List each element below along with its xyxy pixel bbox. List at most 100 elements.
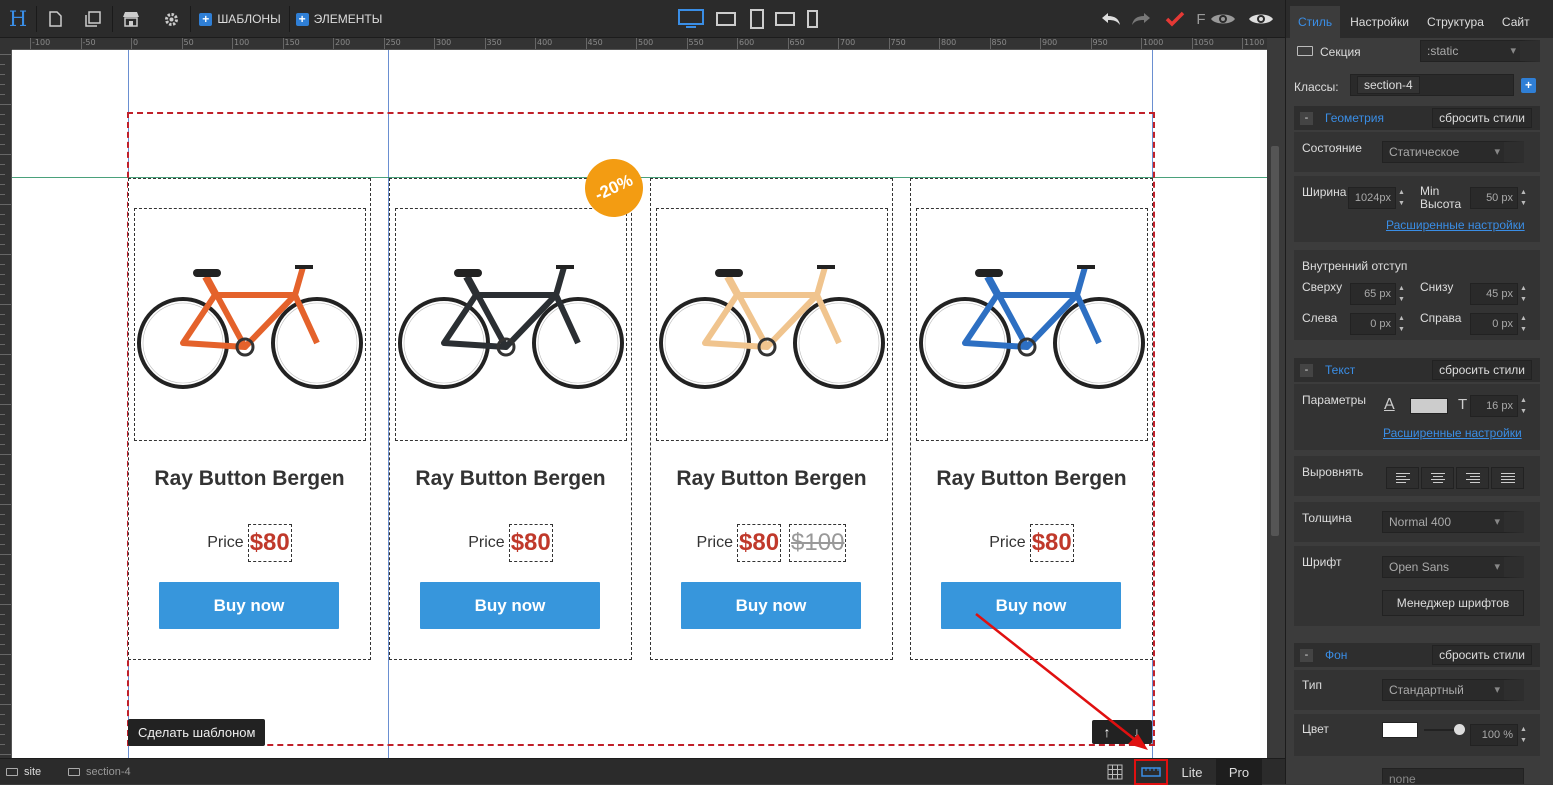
- price-label[interactable]: Price: [989, 534, 1025, 552]
- move-down-icon[interactable]: ↓: [1134, 724, 1141, 740]
- buy-now-button[interactable]: Buy now: [681, 582, 861, 629]
- price-value[interactable]: $80: [247, 524, 292, 562]
- breadcrumb-site[interactable]: site: [6, 759, 41, 785]
- background-reset-button[interactable]: сбросить стили: [1432, 645, 1532, 665]
- collapse-icon[interactable]: -: [1300, 363, 1313, 377]
- product-image[interactable]: [395, 208, 627, 441]
- font-select[interactable]: Open Sans: [1382, 556, 1524, 578]
- scrollbar-thumb[interactable]: [1271, 146, 1279, 536]
- product-card[interactable]: Ray Button Bergen Price $80 Buy now: [128, 178, 371, 660]
- tab-settings[interactable]: Настройки: [1342, 6, 1417, 38]
- editor-canvas[interactable]: Ray Button Bergen Price $80 Buy now Ray Butt…: [12, 50, 1267, 758]
- elements-button[interactable]: + ЭЛЕМЕНТЫ: [294, 0, 384, 38]
- tab-site[interactable]: Сайт: [1494, 6, 1538, 38]
- product-image[interactable]: [656, 208, 888, 441]
- product-image[interactable]: [916, 208, 1148, 441]
- product-title[interactable]: Ray Button Bergen: [911, 467, 1152, 491]
- background-header[interactable]: - Фон сбросить стили: [1294, 643, 1540, 667]
- bg-color-swatch[interactable]: [1382, 722, 1418, 738]
- padding-top-spinner-icon[interactable]: ▲ ▼: [1397, 283, 1406, 305]
- duplicate-icon[interactable]: [80, 0, 106, 38]
- phone-view-icon[interactable]: [800, 0, 824, 38]
- tablet-landscape-view-icon[interactable]: [772, 0, 798, 38]
- position-select[interactable]: :static: [1420, 40, 1540, 62]
- padding-left-input[interactable]: 0 px: [1350, 313, 1396, 335]
- desktop-view-icon[interactable]: [676, 0, 706, 38]
- text-advanced-link[interactable]: Расширенные настройки: [1383, 426, 1522, 440]
- padding-bottom-input[interactable]: 45 px: [1470, 283, 1518, 305]
- old-price-value[interactable]: $100: [789, 524, 847, 562]
- text-header[interactable]: - Текст сбросить стили: [1294, 358, 1540, 382]
- ruler-toggle-icon[interactable]: [1134, 759, 1168, 785]
- breadcrumb-section[interactable]: section-4: [68, 759, 131, 785]
- align-center-button[interactable]: [1421, 467, 1454, 489]
- state-select[interactable]: Статическое: [1382, 141, 1524, 163]
- opacity-input[interactable]: 100 %: [1470, 724, 1518, 746]
- product-title[interactable]: Ray Button Bergen: [390, 467, 631, 491]
- preview-eye-icon[interactable]: [1208, 0, 1238, 38]
- class-tag[interactable]: section-4: [1357, 76, 1420, 94]
- undo-icon[interactable]: [1098, 0, 1124, 38]
- tablet-view-icon[interactable]: [744, 0, 770, 38]
- product-card[interactable]: Ray Button Bergen Price $80 $100 Buy now: [650, 178, 893, 660]
- min-height-input[interactable]: 50 px: [1470, 187, 1518, 209]
- buy-now-button[interactable]: Buy now: [159, 582, 339, 629]
- buy-now-button[interactable]: Buy now: [420, 582, 600, 629]
- redo-icon[interactable]: [1128, 0, 1154, 38]
- move-up-icon[interactable]: ↑: [1104, 724, 1111, 740]
- price-value[interactable]: $80: [1029, 524, 1074, 562]
- font-manager-button[interactable]: Менеджер шрифтов: [1382, 590, 1524, 616]
- price-value[interactable]: $80: [737, 524, 782, 562]
- price-label[interactable]: Price: [207, 534, 243, 552]
- width-input[interactable]: 1024px: [1348, 187, 1396, 209]
- align-justify-button[interactable]: [1491, 467, 1524, 489]
- store-icon[interactable]: [118, 0, 144, 38]
- price-value[interactable]: $80: [508, 524, 553, 562]
- lite-mode-button[interactable]: Lite: [1172, 759, 1212, 785]
- text-color-swatch[interactable]: [1410, 398, 1448, 414]
- collapse-icon[interactable]: -: [1300, 648, 1313, 662]
- canvas-scrollbar[interactable]: [1267, 38, 1285, 758]
- geometry-advanced-link[interactable]: Расширенные настройки: [1386, 218, 1525, 232]
- new-page-icon[interactable]: [42, 0, 68, 38]
- publish-check-icon[interactable]: [1162, 0, 1188, 38]
- align-left-button[interactable]: [1386, 467, 1419, 489]
- view-eye-icon[interactable]: [1246, 0, 1276, 38]
- laptop-view-icon[interactable]: [712, 0, 740, 38]
- tab-style[interactable]: Стиль: [1290, 6, 1341, 38]
- templates-button[interactable]: + ШАБЛОНЫ: [196, 0, 284, 38]
- make-template-button[interactable]: Сделать шаблоном: [128, 719, 266, 746]
- price-label[interactable]: Price: [697, 534, 733, 552]
- weight-select[interactable]: Normal 400: [1382, 511, 1524, 533]
- padding-right-spinner-icon[interactable]: ▲ ▼: [1519, 313, 1528, 335]
- product-card[interactable]: Ray Button Bergen Price $80 Buy now: [389, 178, 632, 660]
- padding-bottom-spinner-icon[interactable]: ▲ ▼: [1519, 283, 1528, 305]
- bg-image-field[interactable]: none: [1382, 768, 1524, 784]
- bg-type-select[interactable]: Стандартный: [1382, 679, 1524, 701]
- align-right-button[interactable]: [1456, 467, 1489, 489]
- buy-now-button[interactable]: Buy now: [941, 582, 1121, 629]
- classes-field[interactable]: section-4: [1350, 74, 1514, 96]
- logo-icon[interactable]: H: [4, 0, 32, 38]
- text-reset-button[interactable]: сбросить стили: [1432, 360, 1532, 380]
- geometry-reset-button[interactable]: сбросить стили: [1432, 108, 1532, 128]
- font-size-input[interactable]: 16 px: [1470, 395, 1518, 417]
- product-image[interactable]: [134, 208, 366, 441]
- font-size-spinner-icon[interactable]: ▲ ▼: [1519, 395, 1528, 417]
- f-label[interactable]: F: [1194, 0, 1208, 38]
- product-title[interactable]: Ray Button Bergen: [129, 467, 370, 491]
- min-height-spinner-icon[interactable]: ▲ ▼: [1519, 187, 1528, 209]
- price-label[interactable]: Price: [468, 534, 504, 552]
- settings-gear-icon[interactable]: [158, 0, 184, 38]
- pro-mode-button[interactable]: Pro: [1216, 759, 1262, 785]
- tab-structure[interactable]: Структура: [1419, 6, 1492, 38]
- geometry-header[interactable]: - Геометрия сбросить стили: [1294, 106, 1540, 130]
- padding-top-input[interactable]: 65 px: [1350, 283, 1396, 305]
- opacity-spinner-icon[interactable]: ▲ ▼: [1519, 724, 1528, 746]
- product-title[interactable]: Ray Button Bergen: [651, 467, 892, 491]
- opacity-slider-handle[interactable]: [1454, 724, 1465, 735]
- padding-left-spinner-icon[interactable]: ▲ ▼: [1397, 313, 1406, 335]
- collapse-icon[interactable]: -: [1300, 111, 1313, 125]
- width-spinner-icon[interactable]: ▲ ▼: [1397, 187, 1406, 209]
- add-class-icon[interactable]: +: [1521, 78, 1536, 93]
